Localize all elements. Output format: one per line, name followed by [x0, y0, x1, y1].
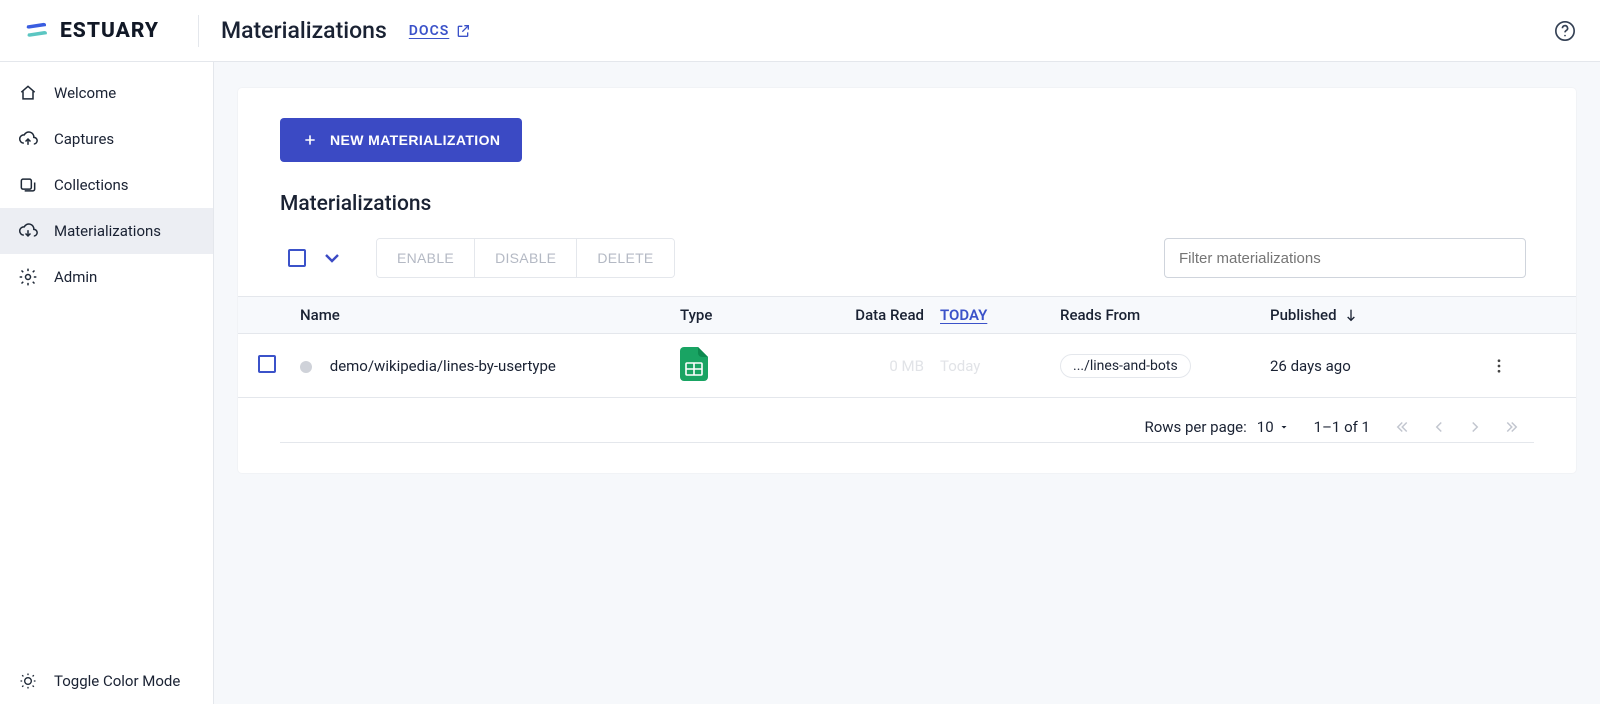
cell-published: 26 days ago	[1264, 357, 1484, 375]
docs-link[interactable]: DOCS	[409, 23, 471, 39]
column-today[interactable]: TODAY	[940, 306, 987, 324]
toggle-color-mode[interactable]: Toggle Color Mode	[0, 658, 213, 704]
cell-today: Today	[934, 357, 1054, 375]
dropdown-icon	[1278, 421, 1290, 433]
sidebar-item-label: Captures	[54, 130, 114, 148]
help-icon[interactable]	[1554, 20, 1576, 42]
select-all-checkbox[interactable]	[288, 249, 306, 267]
table-toolbar: ENABLE DISABLE DELETE	[280, 238, 1534, 278]
brand-name: ESTUARY	[60, 19, 159, 43]
page-title: Materializations	[221, 17, 387, 44]
sidebar-item-admin[interactable]: Admin	[0, 254, 213, 300]
cell-name: demo/wikipedia/lines-by-usertype	[294, 357, 674, 375]
rows-per-page-label: Rows per page:	[1144, 418, 1246, 436]
column-published[interactable]: Published	[1264, 306, 1484, 324]
brand-mark-icon	[24, 18, 50, 44]
sidebar-item-label: Materializations	[54, 222, 161, 240]
sort-desc-icon	[1343, 307, 1359, 323]
sidebar-item-collections[interactable]: Collections	[0, 162, 213, 208]
cloud-download-icon	[18, 221, 38, 241]
table-row[interactable]: demo/wikipedia/lines-by-usertype 0 MB To…	[238, 334, 1576, 398]
external-link-icon	[455, 23, 471, 39]
sidebar: Welcome Captures Collections Materializa…	[0, 62, 214, 704]
topbar: ESTUARY Materializations DOCS	[0, 0, 1600, 62]
row-menu-button[interactable]	[1484, 357, 1528, 375]
bulk-select-menu[interactable]	[320, 246, 344, 270]
column-reads-from: Reads From	[1054, 306, 1264, 324]
sun-icon	[18, 671, 38, 691]
collections-icon	[18, 175, 38, 195]
reads-from-chip[interactable]: .../lines-and-bots	[1060, 354, 1191, 378]
home-icon	[18, 83, 38, 103]
status-dot-icon	[300, 361, 312, 373]
docs-link-label: DOCS	[409, 23, 449, 39]
rows-per-page-select[interactable]: 10	[1257, 418, 1290, 436]
sidebar-item-materializations[interactable]: Materializations	[0, 208, 213, 254]
plus-icon	[302, 132, 318, 148]
pagination: Rows per page: 10 1–1 of 1	[280, 398, 1534, 443]
brand-logo[interactable]: ESTUARY	[24, 18, 188, 44]
sidebar-item-captures[interactable]: Captures	[0, 116, 213, 162]
section-title: Materializations	[280, 192, 1534, 216]
row-checkbox[interactable]	[258, 355, 276, 373]
pagination-range: 1–1 of 1	[1314, 418, 1370, 436]
new-materialization-label: NEW MATERIALIZATION	[330, 132, 500, 148]
gear-icon	[18, 267, 38, 287]
enable-button[interactable]: ENABLE	[377, 239, 475, 277]
filter-input[interactable]	[1164, 238, 1526, 278]
bulk-actions: ENABLE DISABLE DELETE	[376, 238, 675, 278]
page-last-button[interactable]	[1502, 418, 1520, 436]
sidebar-item-label: Welcome	[54, 84, 116, 102]
sidebar-item-label: Collections	[54, 176, 129, 194]
column-type: Type	[674, 306, 814, 324]
page-next-button[interactable]	[1466, 418, 1484, 436]
google-sheets-icon	[680, 347, 708, 381]
disable-button[interactable]: DISABLE	[475, 239, 577, 277]
new-materialization-button[interactable]: NEW MATERIALIZATION	[280, 118, 522, 162]
toggle-color-mode-label: Toggle Color Mode	[54, 672, 180, 690]
column-data-read: Data Read	[814, 306, 934, 324]
cell-data-read: 0 MB	[814, 357, 934, 375]
sidebar-nav: Welcome Captures Collections Materializa…	[0, 62, 213, 300]
topbar-divider	[198, 15, 199, 47]
page-first-button[interactable]	[1394, 418, 1412, 436]
column-name: Name	[294, 306, 674, 324]
sidebar-item-welcome[interactable]: Welcome	[0, 70, 213, 116]
page-prev-button[interactable]	[1430, 418, 1448, 436]
materializations-table: Name Type Data Read TODAY Reads From Pub…	[238, 296, 1576, 398]
cell-reads-from: .../lines-and-bots	[1054, 354, 1264, 378]
sidebar-item-label: Admin	[54, 268, 97, 286]
cloud-upload-icon	[18, 129, 38, 149]
cell-type	[674, 347, 814, 385]
main-content: NEW MATERIALIZATION Materializations ENA…	[214, 62, 1600, 704]
delete-button[interactable]: DELETE	[577, 239, 673, 277]
table-header: Name Type Data Read TODAY Reads From Pub…	[238, 296, 1576, 334]
materializations-card: NEW MATERIALIZATION Materializations ENA…	[238, 88, 1576, 473]
